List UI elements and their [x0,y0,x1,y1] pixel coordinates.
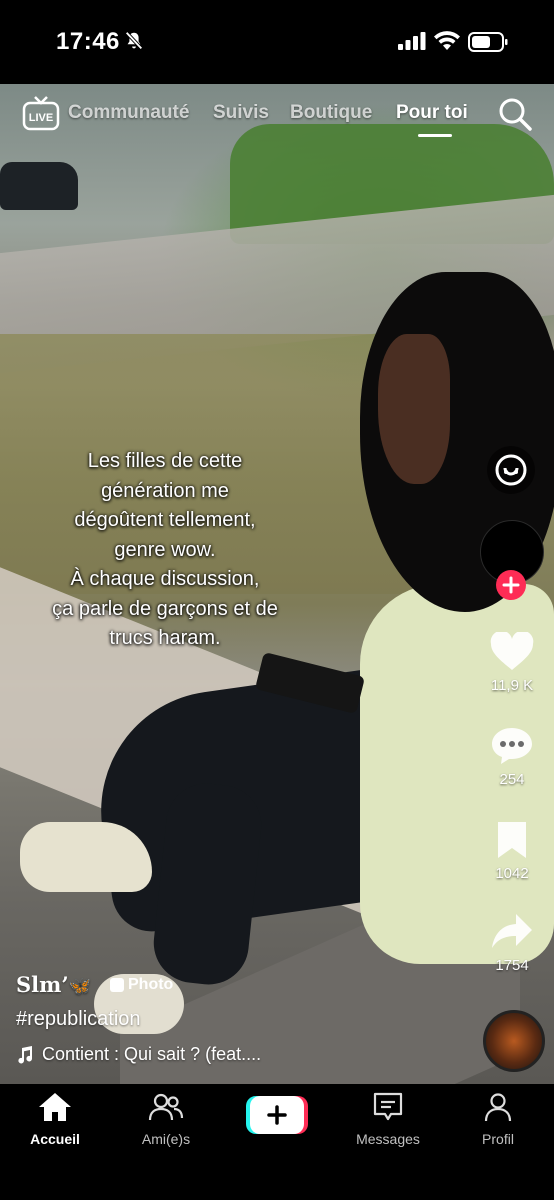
sound-title: Contient : Qui sait ? (feat.... [42,1044,262,1064]
photo-caption: Les filles de cette génération me dégoût… [10,447,320,654]
share-button[interactable]: 1754 [480,912,544,974]
caption-line: ça parle de garçons et de [52,597,278,620]
plus-icon [502,576,520,594]
wifi-icon [434,31,460,50]
music-note-icon [18,1045,33,1063]
tab-suivis[interactable]: Suivis [213,102,269,124]
tab-communaute[interactable]: Communauté [68,102,189,124]
save-count: 1042 [495,865,529,882]
status-time: 17:46 [56,28,120,55]
photo-icon [110,978,124,992]
search-icon[interactable] [497,96,533,132]
battery-icon [468,32,508,52]
caption-line: genre wow. [114,538,216,561]
photo-shoe [20,822,152,892]
photo-badge-label: Photo [128,976,174,993]
nav-inbox[interactable]: Messages [338,1092,438,1147]
nav-home[interactable]: Accueil [5,1092,105,1147]
caption-line: Les filles de cette [87,450,243,472]
sound-link[interactable]: Contient : Qui sait ? (feat.... [16,1044,261,1065]
comment-icon [492,728,532,764]
like-count: 11,9 K [490,677,534,694]
tab-boutique[interactable]: Boutique [290,102,372,124]
caption-line: dégoûtent tellement, [74,509,256,531]
caption-line: génération me [101,479,229,502]
like-button[interactable]: 11,9 K [480,630,544,694]
comment-count: 254 [499,771,525,788]
follow-button[interactable] [496,570,526,600]
nav-friends-label: Ami(e)s [141,1131,191,1147]
caption-line: À chaque discussion, [70,568,260,590]
photo-person-shin [149,779,266,989]
nav-profile[interactable]: Profil [448,1092,548,1147]
author-name[interactable]: Slm’🦋 [16,972,91,997]
nav-friends[interactable]: Ami(e)s [116,1092,216,1147]
live-label: LIVE [29,112,53,124]
heart-icon [490,630,534,670]
photo-person-face [378,334,450,484]
signal-icon [398,32,426,50]
photo-car [0,162,78,210]
compass-icon[interactable] [485,444,537,496]
hashtag-link[interactable]: #republication [16,1008,141,1031]
author-name-text: Slm’ [16,972,69,997]
home-icon [39,1093,71,1121]
comment-button[interactable]: 254 [480,726,544,788]
photo-badge: Photo [110,976,173,994]
friends-icon [148,1093,184,1121]
profile-icon [484,1093,512,1122]
top-tabs: LIVE Communauté Suivis Boutique Pour toi [0,96,554,146]
nav-inbox-label: Messages [356,1131,420,1147]
nav-profile-label: Profil [482,1131,514,1147]
create-button[interactable] [246,1096,308,1134]
bookmark-icon [498,822,526,858]
sound-disc[interactable] [483,1010,545,1072]
butterfly-emoji: 🦋 [68,976,92,997]
bookmark-button[interactable]: 1042 [480,820,544,882]
bell-slash-icon [125,31,143,50]
tab-pour-toi[interactable]: Pour toi [396,102,468,124]
share-icon [492,914,532,948]
live-icon[interactable]: LIVE [22,96,60,132]
inbox-icon [373,1092,403,1121]
active-tab-indicator [418,134,452,137]
status-bar: 17:46 [0,0,554,84]
nav-home-label: Accueil [30,1131,80,1147]
caption-line: trucs haram. [109,627,221,649]
share-count: 1754 [495,957,529,974]
bottom-nav: Accueil Ami(e)s Messages Profil [0,1084,554,1200]
